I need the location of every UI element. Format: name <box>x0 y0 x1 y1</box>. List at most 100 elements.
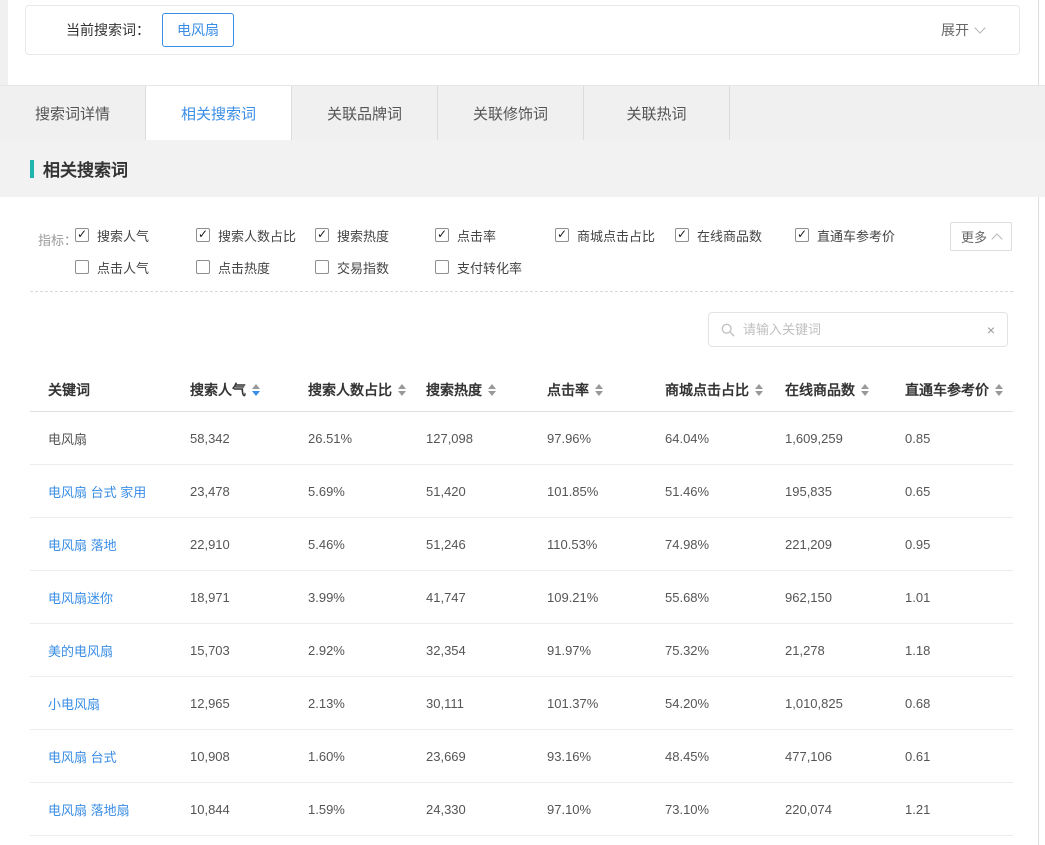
column-header-search-popularity[interactable]: 搜索人气 <box>190 380 308 400</box>
metric-checkbox-ztc-ref-price[interactable]: 直通车参考价 <box>795 225 955 245</box>
column-label: 关键词 <box>48 380 90 400</box>
column-label: 直通车参考价 <box>905 380 989 400</box>
tab-related-hot-terms[interactable]: 关联热词 <box>584 86 730 141</box>
table-row: 电风扇迷你 18,971 3.99% 41,747 109.21% 55.68%… <box>30 571 1013 624</box>
cell-ctr: 97.10% <box>547 802 665 817</box>
cell-search-popularity: 10,908 <box>190 749 308 764</box>
cell-mall-click-ratio: 73.10% <box>665 802 785 817</box>
cell-online-products: 221,209 <box>785 537 905 552</box>
checkbox-unchecked-icon <box>435 260 449 274</box>
clear-icon[interactable]: × <box>987 323 995 337</box>
table-row: 电风扇 台式 10,908 1.60% 23,669 93.16% 48.45%… <box>30 730 1013 783</box>
metric-checkbox-click-popularity[interactable]: 点击人气 <box>75 257 196 277</box>
table-row: 电风扇 58,342 26.51% 127,098 97.96% 64.04% … <box>30 412 1013 465</box>
keyword-link[interactable]: 电风扇 台式 家用 <box>48 485 146 500</box>
cell-searcher-ratio: 3.99% <box>308 590 426 605</box>
metric-checkbox-searcher-ratio[interactable]: 搜索人数占比 <box>196 225 315 245</box>
table-row: 电风扇 台式 家用 23,478 5.69% 51,420 101.85% 51… <box>30 465 1013 518</box>
keyword-link[interactable]: 电风扇迷你 <box>48 591 113 606</box>
metric-checkbox-mall-click-ratio[interactable]: 商城点击占比 <box>555 225 675 245</box>
cell-search-heat: 23,669 <box>426 749 547 764</box>
cell-search-popularity: 18,971 <box>190 590 308 605</box>
sort-icon[interactable] <box>488 384 496 396</box>
sort-icon[interactable] <box>252 384 260 396</box>
checkbox-checked-icon <box>196 228 210 242</box>
current-search-term-bar: 当前搜索词： 电风扇 展开 <box>25 5 1020 55</box>
metric-filter-grid: 搜索人气 搜索人数占比 搜索热度 点击率 商城点击占比 在线商品数 直通车参考价… <box>75 225 955 277</box>
metric-checkbox-online-products[interactable]: 在线商品数 <box>675 225 795 245</box>
metric-label: 点击热度 <box>218 258 270 277</box>
checkbox-checked-icon <box>315 228 329 242</box>
keyword-search-box: × <box>708 312 1008 347</box>
metric-checkbox-search-popularity[interactable]: 搜索人气 <box>75 225 196 245</box>
column-header-ctr[interactable]: 点击率 <box>547 380 665 400</box>
checkbox-checked-icon <box>795 228 809 242</box>
metric-checkbox-trade-index[interactable]: 交易指数 <box>315 257 435 277</box>
metrics-label: 指标： <box>38 230 77 249</box>
cell-search-heat: 41,747 <box>426 590 547 605</box>
tab-bar-filler <box>730 86 1045 140</box>
column-header-ztc-ref-price[interactable]: 直通车参考价 <box>905 380 1013 400</box>
column-label: 点击率 <box>547 380 589 400</box>
cell-mall-click-ratio: 48.45% <box>665 749 785 764</box>
cell-ztc-ref-price: 0.68 <box>905 696 1013 711</box>
more-button[interactable]: 更多 <box>950 222 1012 251</box>
tab-search-term-detail[interactable]: 搜索词详情 <box>0 86 146 141</box>
keyword-link[interactable]: 电风扇 落地 <box>48 538 117 553</box>
cell-online-products: 962,150 <box>785 590 905 605</box>
search-term-tag[interactable]: 电风扇 <box>162 13 234 47</box>
cell-search-popularity: 10,844 <box>190 802 308 817</box>
tab-related-modifier-terms[interactable]: 关联修饰词 <box>438 86 584 141</box>
cell-searcher-ratio: 1.60% <box>308 749 426 764</box>
cell-ctr: 101.37% <box>547 696 665 711</box>
column-label: 在线商品数 <box>785 380 855 400</box>
column-header-search-heat[interactable]: 搜索热度 <box>426 380 547 400</box>
cell-search-heat: 51,420 <box>426 484 547 499</box>
current-search-term-label: 当前搜索词： <box>66 20 150 40</box>
cell-search-heat: 127,098 <box>426 431 547 446</box>
keyword-link[interactable]: 电风扇 台式 <box>48 750 117 765</box>
metric-label: 搜索人气 <box>97 226 149 245</box>
cell-ztc-ref-price: 1.21 <box>905 802 1013 817</box>
metric-label: 搜索人数占比 <box>218 226 296 245</box>
sort-icon[interactable] <box>595 384 603 396</box>
cell-ztc-ref-price: 1.01 <box>905 590 1013 605</box>
metric-checkbox-click-heat[interactable]: 点击热度 <box>196 257 315 277</box>
cell-ztc-ref-price: 1.18 <box>905 643 1013 658</box>
keyword-text: 电风扇 <box>48 432 87 447</box>
metric-checkbox-ctr[interactable]: 点击率 <box>435 225 555 245</box>
cell-ctr: 109.21% <box>547 590 665 605</box>
metric-checkbox-search-heat[interactable]: 搜索热度 <box>315 225 435 245</box>
checkbox-checked-icon <box>435 228 449 242</box>
sort-icon[interactable] <box>995 384 1003 396</box>
chevron-up-icon <box>991 233 1002 244</box>
cell-ctr: 91.97% <box>547 643 665 658</box>
sort-icon[interactable] <box>861 384 869 396</box>
cell-online-products: 21,278 <box>785 643 905 658</box>
section-title-band: 相关搜索词 <box>0 140 1045 197</box>
keyword-link[interactable]: 电风扇 落地扇 <box>48 803 130 818</box>
column-header-mall-click-ratio[interactable]: 商城点击占比 <box>665 380 785 400</box>
checkbox-checked-icon <box>675 228 689 242</box>
column-header-searcher-ratio[interactable]: 搜索人数占比 <box>308 380 426 400</box>
sort-icon[interactable] <box>398 384 406 396</box>
metric-checkbox-pay-conversion[interactable]: 支付转化率 <box>435 257 555 277</box>
page-edge-strip <box>0 0 8 85</box>
tab-related-brand-terms[interactable]: 关联品牌词 <box>292 86 438 141</box>
title-accent-bar <box>30 160 34 178</box>
expand-button[interactable]: 展开 <box>941 20 984 40</box>
checkbox-unchecked-icon <box>315 260 329 274</box>
column-header-online-products[interactable]: 在线商品数 <box>785 380 905 400</box>
metric-label: 在线商品数 <box>697 226 762 245</box>
tab-related-search-terms[interactable]: 相关搜索词 <box>146 86 292 141</box>
table-row: 美的电风扇 15,703 2.92% 32,354 91.97% 75.32% … <box>30 624 1013 677</box>
keyword-link[interactable]: 美的电风扇 <box>48 644 113 659</box>
keyword-search-input[interactable] <box>743 322 987 337</box>
cell-search-popularity: 15,703 <box>190 643 308 658</box>
column-label: 搜索热度 <box>426 380 482 400</box>
sort-icon[interactable] <box>755 384 763 396</box>
more-label: 更多 <box>961 227 987 246</box>
keyword-link[interactable]: 小电风扇 <box>48 697 100 712</box>
cell-mall-click-ratio: 64.04% <box>665 431 785 446</box>
cell-online-products: 1,609,259 <box>785 431 905 446</box>
